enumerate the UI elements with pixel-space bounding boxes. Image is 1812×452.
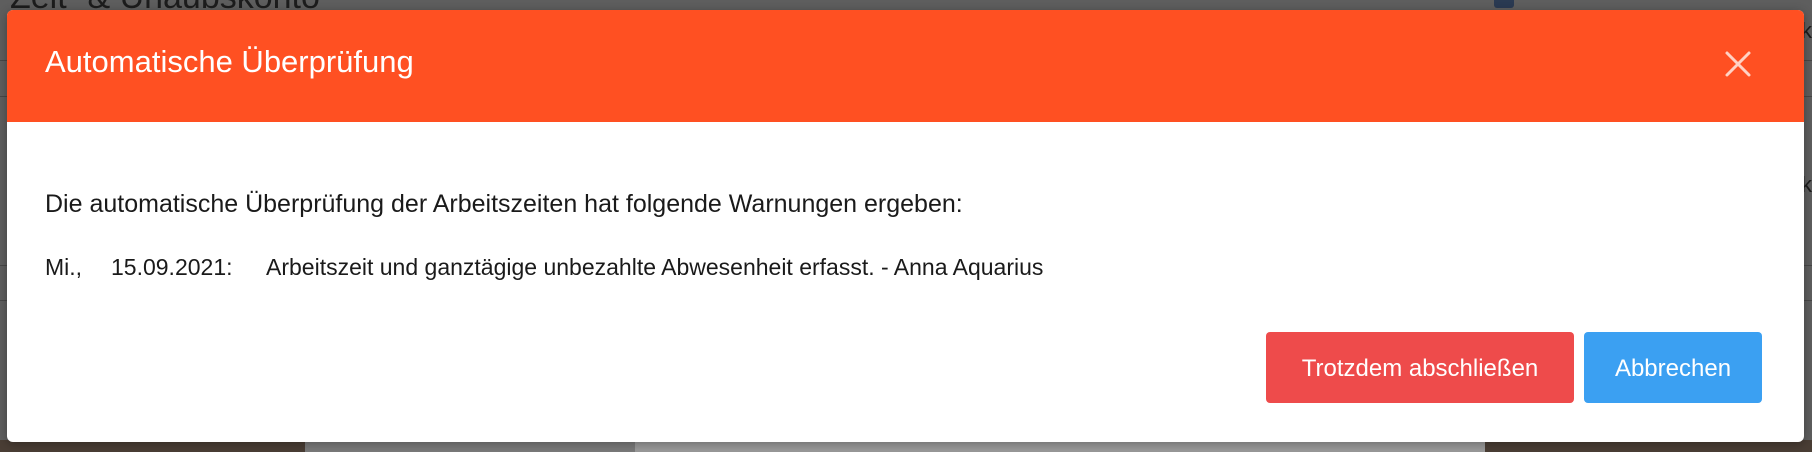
dialog-intro-text: Die automatische Überprüfung der Arbeits… [45, 190, 963, 218]
close-icon [1725, 51, 1751, 77]
finish-anyway-button[interactable]: Trotzdem abschließen [1266, 332, 1574, 403]
warning-item: Mi., 15.09.2021: Arbeitszeit und ganztägig… [45, 254, 1043, 281]
warning-message: Arbeitszeit und ganztägige unbezahlte Ab… [266, 254, 1044, 280]
close-button[interactable] [1722, 48, 1754, 80]
warning-day: Mi., [45, 254, 83, 280]
dialog-title: Automatische Überprüfung [45, 44, 414, 79]
background-square [1494, 0, 1514, 8]
check-dialog: Automatische Überprüfung Die automatisch… [7, 10, 1804, 442]
cancel-button[interactable]: Abbrechen [1584, 332, 1762, 403]
dialog-header: Automatische Überprüfung [7, 10, 1804, 122]
warning-date: 15.09.2021: [111, 254, 233, 280]
